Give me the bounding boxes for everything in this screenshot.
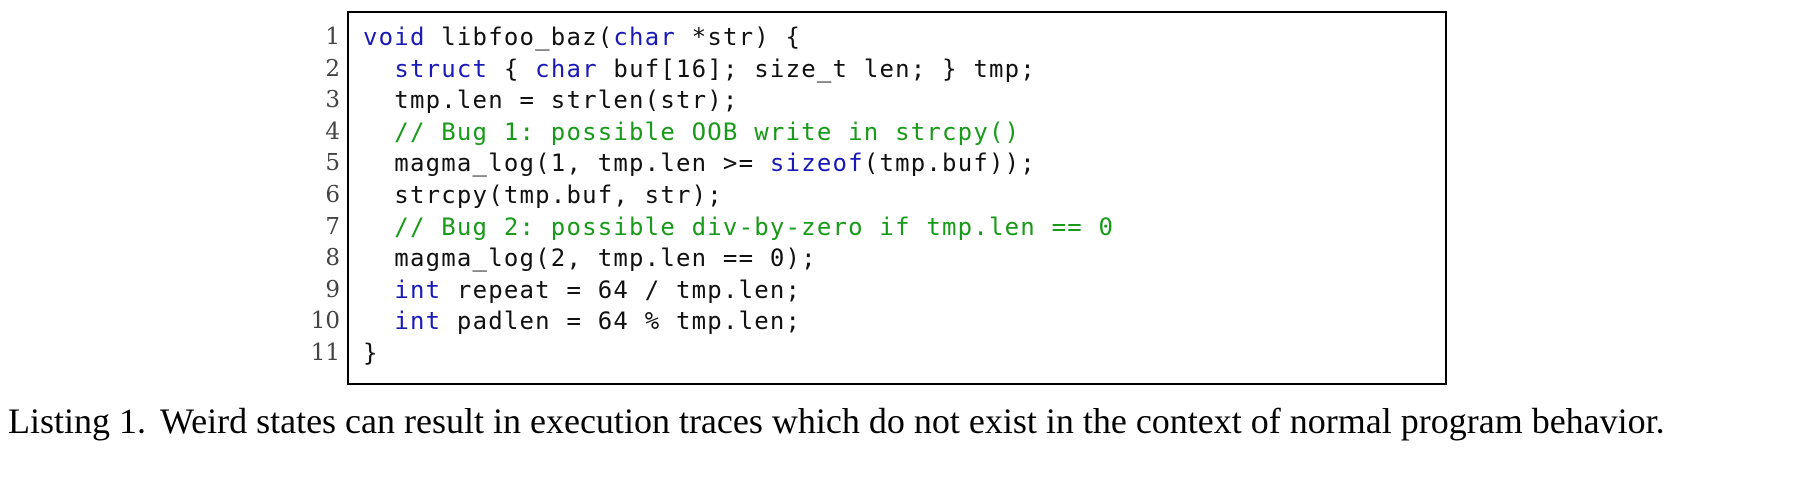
code-listing: 1 2 3 4 5 6 7 8 9 10 11 void libfoo_baz(char *str)… — [0, 0, 1797, 495]
code-line: struct { char buf[16]; size_t len; } tmp… — [363, 54, 1114, 86]
caption-label: Listing 1. — [8, 401, 147, 441]
code-comment: // Bug 1: possible OOB write in strcpy() — [363, 117, 1021, 146]
line-number: 10 — [310, 308, 340, 335]
caption-text: Weird states can result in execution tra… — [160, 401, 1665, 441]
code-line: strcpy(tmp.buf, str); — [363, 180, 1114, 212]
line-number: 1 — [325, 24, 340, 50]
code-line: void libfoo_baz(char *str) { — [363, 22, 1114, 54]
code-token: *str) { — [676, 23, 802, 51]
code-keyword: int — [394, 307, 442, 336]
line-number: 4 — [325, 118, 340, 145]
code-block: void libfoo_baz(char *str) { struct { ch… — [363, 22, 1114, 370]
code-token: magma_log(2, tmp.len == 0); — [363, 244, 817, 273]
code-line: int repeat = 64 / tmp.len; — [363, 275, 1114, 307]
code-token: } — [363, 338, 379, 367]
code-line: int padlen = 64 % tmp.len; — [363, 306, 1114, 338]
code-token: { — [488, 54, 536, 83]
line-number: 11 — [310, 339, 340, 366]
code-comment: // Bug 2: possible div-by-zero if tmp.le… — [363, 212, 1115, 241]
line-number: 3 — [325, 87, 340, 114]
line-number: 8 — [325, 245, 340, 272]
code-keyword: int — [394, 275, 442, 304]
line-number: 9 — [325, 276, 340, 303]
code-token: repeat = 64 / tmp.len; — [441, 275, 802, 304]
code-token: magma_log(1, tmp.len >= — [363, 149, 770, 178]
code-keyword: char — [613, 23, 677, 51]
listing-caption: Listing 1. Weird states can result in exe… — [8, 398, 1793, 444]
code-token: (tmp.buf)); — [863, 149, 1036, 178]
code-line: // Bug 1: possible OOB write in strcpy() — [363, 117, 1114, 149]
line-number: 7 — [325, 213, 340, 240]
code-token: libfoo_baz( — [425, 23, 614, 51]
code-keyword: struct — [394, 54, 489, 83]
line-number: 2 — [325, 55, 340, 82]
code-keyword: char — [535, 54, 598, 83]
code-token: padlen = 64 % tmp.len; — [441, 307, 802, 336]
line-number: 6 — [325, 181, 340, 208]
code-token: buf[16]; size_t len; } tmp; — [597, 54, 1036, 83]
code-token: strcpy(tmp.buf, str); — [363, 180, 723, 209]
code-line: tmp.len = strlen(str); — [363, 85, 1114, 117]
code-keyword: void — [363, 23, 426, 51]
code-keyword: sizeof — [769, 149, 864, 178]
code-line: magma_log(2, tmp.len == 0); — [363, 243, 1114, 275]
code-line: // Bug 2: possible div-by-zero if tmp.le… — [363, 212, 1114, 244]
code-line: magma_log(1, tmp.len >= sizeof(tmp.buf))… — [363, 148, 1114, 180]
line-number: 5 — [325, 150, 340, 177]
code-token: tmp.len = strlen(str); — [363, 86, 739, 115]
code-line: } — [363, 338, 1114, 370]
line-number-gutter: 1 2 3 4 5 6 7 8 9 10 11 — [290, 22, 340, 370]
